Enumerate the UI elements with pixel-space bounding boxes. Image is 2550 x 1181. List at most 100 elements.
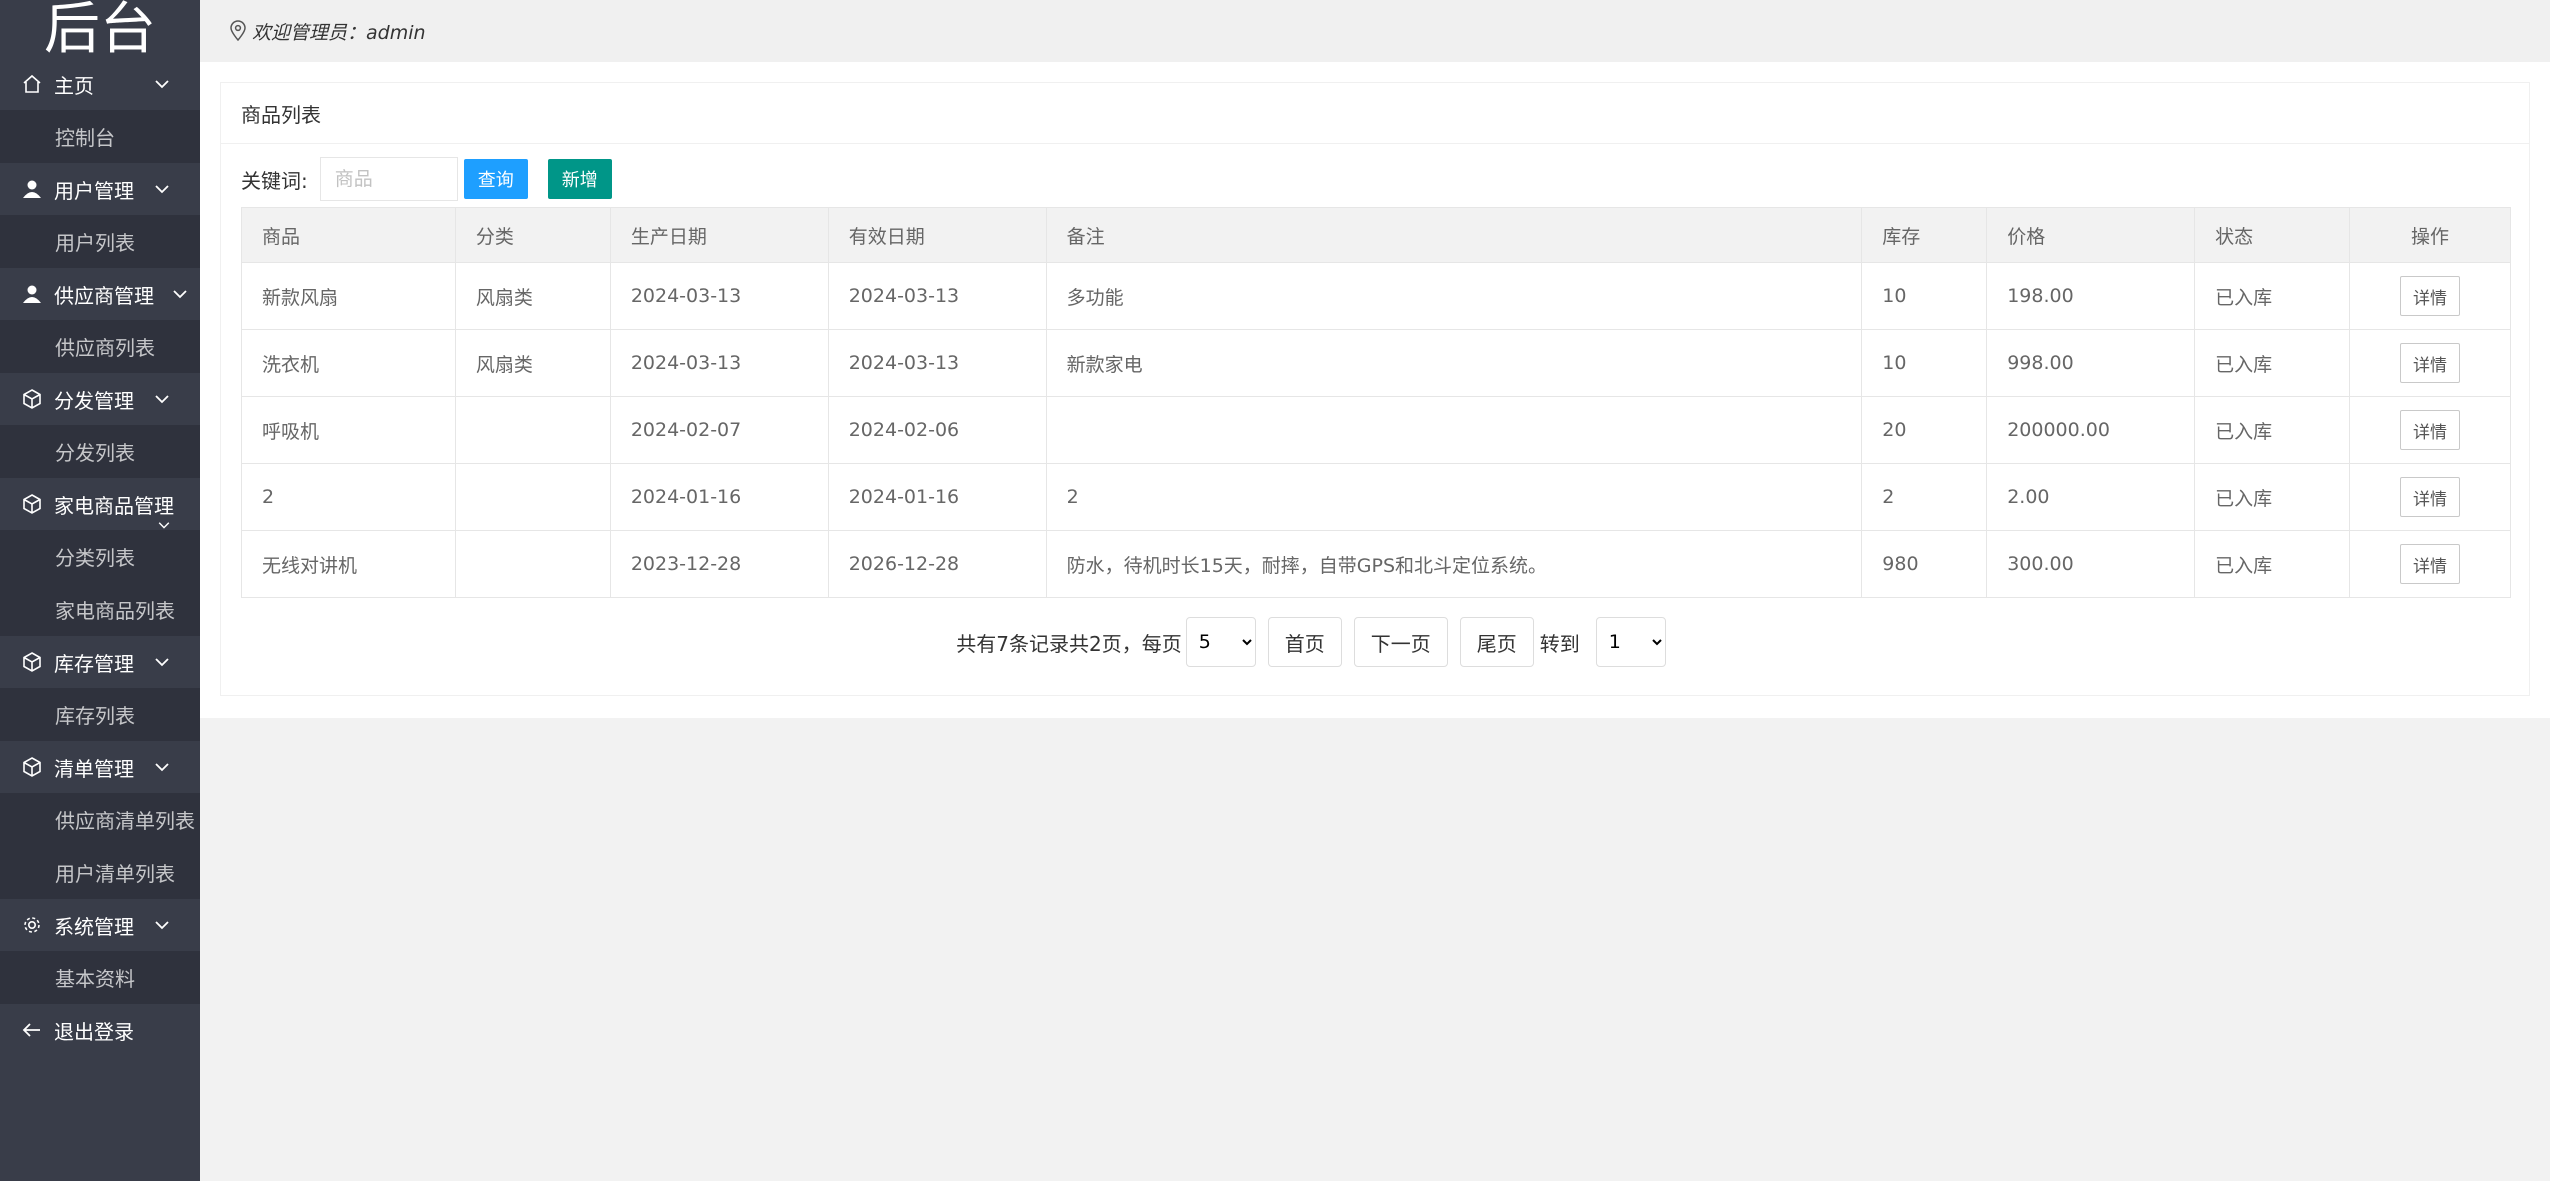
chevron-down-icon: [158, 522, 170, 529]
cell-actions: 详情: [2349, 396, 2511, 464]
menu-group-home[interactable]: 主页: [0, 58, 200, 110]
home-icon: [20, 72, 44, 96]
sidebar-item-distribution-list[interactable]: 分发列表: [0, 425, 200, 478]
cell-actions: 详情: [2349, 262, 2511, 330]
table-row: 洗衣机 风扇类 2024-03-13 2024-03-13 新款家电 10 99…: [241, 329, 2511, 397]
cell-note: 2: [1045, 463, 1863, 531]
main-content: 商品列表 关键词: 查询 新增 商品 分类 生产日期 有效日期 备注 库存 价格: [200, 62, 2550, 718]
logout-button[interactable]: 退出登录: [0, 1004, 200, 1056]
cell-name: 洗衣机: [241, 329, 456, 397]
cell-name: 呼吸机: [241, 396, 456, 464]
sidebar-item-supplier-checklist[interactable]: 供应商清单列表: [0, 793, 200, 846]
search-toolbar: 关键词: 查询 新增: [241, 157, 612, 201]
goto-page-select[interactable]: 1: [1595, 617, 1666, 667]
cell-stock: 980: [1861, 530, 1988, 598]
cell-price: 2.00: [1986, 463, 2196, 531]
menu-group-label: 用户管理: [54, 178, 134, 203]
cell-note: [1045, 396, 1863, 464]
column-header: 商品: [241, 207, 456, 263]
menu-group-system[interactable]: 系统管理: [0, 899, 200, 951]
cell-category: [454, 396, 611, 464]
sidebar-item-user-list[interactable]: 用户列表: [0, 215, 200, 268]
cell-category: [454, 530, 611, 598]
cell-price: 998.00: [1986, 329, 2196, 397]
cell-expires: 2024-02-06: [827, 396, 1047, 464]
detail-button[interactable]: 详情: [2400, 477, 2461, 517]
cell-expires: 2024-01-16: [827, 463, 1047, 531]
cell-name: 新款风扇: [241, 262, 456, 330]
product-table: 商品 分类 生产日期 有效日期 备注 库存 价格 状态 操作 新款风扇 风扇类 …: [241, 207, 2511, 598]
table-row: 2 2024-01-16 2024-01-16 2 2 2.00 已入库 详情: [241, 463, 2511, 531]
query-button[interactable]: 查询: [463, 159, 528, 199]
column-header: 分类: [454, 207, 611, 263]
add-button[interactable]: 新增: [547, 159, 612, 199]
goto-label: 转到: [1539, 631, 1580, 656]
menu-group-label: 库存管理: [54, 651, 134, 676]
table-row: 呼吸机 2024-02-07 2024-02-06 20 200000.00 已…: [241, 396, 2511, 464]
sidebar-item-inventory-list[interactable]: 库存列表: [0, 688, 200, 741]
detail-button[interactable]: 详情: [2400, 544, 2461, 584]
user-icon: [20, 282, 44, 306]
cell-produced: 2024-03-13: [609, 262, 829, 330]
chevron-down-icon: [155, 395, 169, 404]
column-header: 操作: [2349, 207, 2511, 263]
page-size-select[interactable]: 5: [1185, 617, 1256, 667]
first-page-button[interactable]: 首页: [1267, 617, 1342, 667]
chevron-down-icon: [155, 80, 169, 89]
sidebar-item-console[interactable]: 控制台: [0, 110, 200, 163]
cell-actions: 详情: [2349, 530, 2511, 598]
column-header: 有效日期: [827, 207, 1047, 263]
next-page-button[interactable]: 下一页: [1353, 617, 1448, 667]
menu-group-appliances[interactable]: 家电商品管理: [0, 478, 200, 530]
cell-expires: 2024-03-13: [827, 329, 1047, 397]
table-row: 新款风扇 风扇类 2024-03-13 2024-03-13 多功能 10 19…: [241, 262, 2511, 330]
pagination: 共有7条记录共2页，每页 5 首页 下一页 尾页 转到 1: [221, 615, 2531, 669]
column-header: 库存: [1861, 207, 1988, 263]
logo: 后台: [44, 0, 156, 58]
chevron-down-icon: [155, 921, 169, 930]
cell-expires: 2026-12-28: [827, 530, 1047, 598]
keyword-label: 关键词:: [241, 168, 308, 193]
cell-price: 198.00: [1986, 262, 2196, 330]
cell-produced: 2024-01-16: [609, 463, 829, 531]
status-badge: 已入库: [2194, 530, 2351, 598]
detail-button[interactable]: 详情: [2400, 276, 2461, 316]
cell-name: 2: [241, 463, 456, 531]
cell-price: 200000.00: [1986, 396, 2196, 464]
cell-produced: 2024-02-07: [609, 396, 829, 464]
sidebar-item-appliance-list[interactable]: 家电商品列表: [0, 583, 200, 636]
chevron-down-icon: [155, 763, 169, 772]
menu-group-label: 分发管理: [54, 388, 134, 413]
sidebar-item-profile[interactable]: 基本资料: [0, 951, 200, 1004]
menu-group-inventory[interactable]: 库存管理: [0, 636, 200, 688]
detail-button[interactable]: 详情: [2400, 410, 2461, 450]
keyword-input[interactable]: [319, 157, 458, 201]
menu-group-checklists[interactable]: 清单管理: [0, 741, 200, 793]
menu-group-label: 供应商管理: [54, 283, 154, 308]
cell-category: [454, 463, 611, 531]
cell-name: 无线对讲机: [241, 530, 456, 598]
cell-note: 新款家电: [1045, 329, 1863, 397]
column-header: 生产日期: [609, 207, 829, 263]
last-page-button[interactable]: 尾页: [1459, 617, 1534, 667]
cell-stock: 10: [1861, 329, 1988, 397]
sidebar-item-supplier-list[interactable]: 供应商列表: [0, 320, 200, 373]
status-badge: 已入库: [2194, 463, 2351, 531]
cell-stock: 2: [1861, 463, 1988, 531]
menu-group-label: 系统管理: [54, 914, 134, 939]
sidebar-item-user-checklist[interactable]: 用户清单列表: [0, 846, 200, 899]
detail-button[interactable]: 详情: [2400, 343, 2461, 383]
menu-group-suppliers[interactable]: 供应商管理: [0, 268, 200, 320]
pager-summary: 共有7条记录共2页，每页: [956, 631, 1182, 656]
menu-group-distribution[interactable]: 分发管理: [0, 373, 200, 425]
menu-group-users[interactable]: 用户管理: [0, 163, 200, 215]
cell-stock: 10: [1861, 262, 1988, 330]
cell-note: 防水，待机时长15天，耐摔，自带GPS和北斗定位系统。: [1045, 530, 1863, 598]
status-badge: 已入库: [2194, 329, 2351, 397]
cube-icon: [20, 755, 44, 779]
cube-icon: [20, 492, 44, 516]
column-header: 状态: [2194, 207, 2351, 263]
sidebar-item-category-list[interactable]: 分类列表: [0, 530, 200, 583]
cube-icon: [20, 650, 44, 674]
column-header: 价格: [1986, 207, 2196, 263]
